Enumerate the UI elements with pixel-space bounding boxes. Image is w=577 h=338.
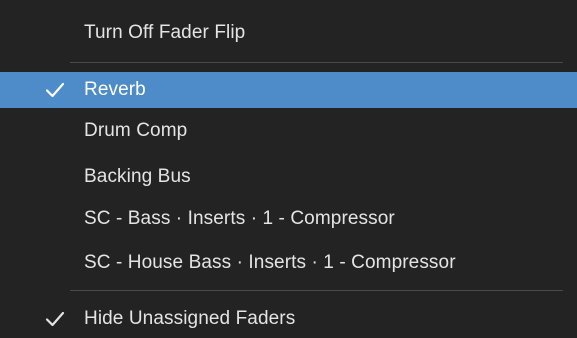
menu-item-label: Hide Unassigned Faders <box>84 308 296 329</box>
menu-item-backing-bus[interactable]: Backing Bus <box>0 160 577 194</box>
menu-item-sc-bass-compressor[interactable]: SC - Bass · Inserts · 1 - Compressor <box>0 202 577 236</box>
menu-item-reverb[interactable]: Reverb <box>0 72 577 108</box>
menu-item-label: SC - Bass · Inserts · 1 - Compressor <box>84 208 395 229</box>
menu-separator <box>70 290 563 291</box>
menu-item-label: Turn Off Fader Flip <box>84 22 246 43</box>
checkmark-icon <box>44 309 66 329</box>
menu-separator <box>70 62 563 63</box>
menu-item-label: Backing Bus <box>84 166 191 187</box>
checkmark-icon <box>44 80 66 100</box>
menu-item-drum-comp[interactable]: Drum Comp <box>0 114 577 148</box>
context-menu: Turn Off Fader Flip Reverb Drum Comp Bac… <box>0 0 577 338</box>
menu-item-turn-off-fader-flip[interactable]: Turn Off Fader Flip <box>0 16 577 50</box>
menu-item-label: Reverb <box>84 79 146 100</box>
menu-item-label: SC - House Bass · Inserts · 1 - Compress… <box>84 252 456 273</box>
menu-item-hide-unassigned-faders[interactable]: Hide Unassigned Faders <box>0 302 577 336</box>
menu-item-sc-house-bass-compressor[interactable]: SC - House Bass · Inserts · 1 - Compress… <box>0 246 577 280</box>
menu-item-label: Drum Comp <box>84 120 188 141</box>
